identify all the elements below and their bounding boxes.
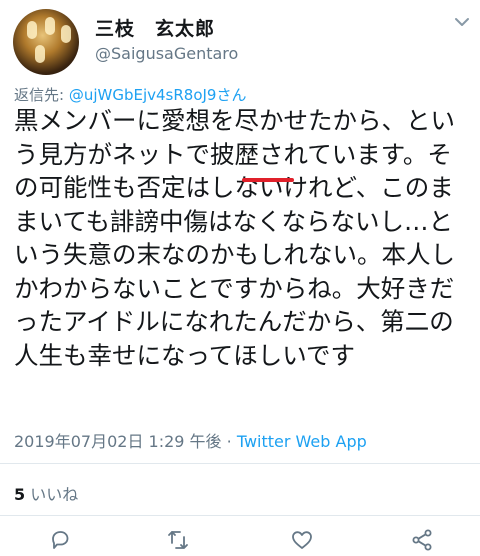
avatar-photo-detail: [45, 17, 55, 35]
reply-context: 返信先: @ujWGbEjv4sR8oJ9さん: [14, 84, 246, 105]
divider: [0, 463, 480, 464]
avatar-photo-detail: [61, 25, 71, 43]
chevron-down-icon[interactable]: [452, 12, 472, 32]
avatar[interactable]: [13, 9, 79, 75]
tweet-timestamp[interactable]: 2019年07月02日 1:29 午後: [14, 432, 222, 451]
tweet-meta: 2019年07月02日 1:29 午後 · Twitter Web App: [14, 428, 367, 452]
author-display-name[interactable]: 三枝 玄太郎: [95, 14, 215, 41]
share-icon[interactable]: [410, 528, 434, 552]
author-handle[interactable]: @SaigusaGentaro: [95, 44, 238, 63]
like-icon[interactable]: [290, 528, 314, 552]
likes-stat[interactable]: 5 いいね: [14, 481, 78, 505]
reply-prefix: 返信先:: [14, 86, 69, 104]
action-bar: [0, 526, 480, 556]
highlight-underline: [242, 178, 294, 182]
divider: [0, 515, 480, 516]
tweet-source-app[interactable]: Twitter Web App: [237, 432, 367, 451]
likes-label: いいね: [30, 485, 79, 504]
avatar-photo-detail: [35, 45, 45, 63]
retweet-icon[interactable]: [166, 528, 190, 552]
avatar-photo-detail: [27, 21, 37, 39]
reply-mention-link[interactable]: @ujWGbEjv4sR8oJ9さん: [69, 86, 247, 104]
reply-icon[interactable]: [48, 528, 72, 552]
likes-count: 5: [14, 485, 26, 504]
meta-separator: ·: [221, 432, 237, 451]
tweet-text: 黒メンバーに愛想を尽かせたから、という見方がネットで披歴されています。その可能性…: [14, 106, 455, 370]
